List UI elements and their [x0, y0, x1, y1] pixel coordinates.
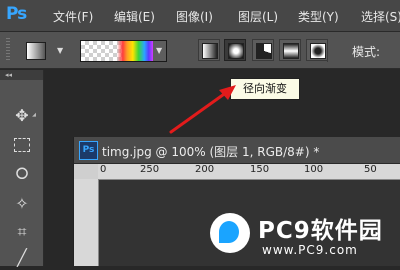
- annotation-arrow-icon: [169, 85, 236, 134]
- radial-gradient-icon: [228, 43, 244, 59]
- menu-type[interactable]: 类型(Y): [298, 8, 339, 25]
- pc9-logo-icon: [210, 213, 250, 253]
- watermark-url: www.PC9.com: [262, 243, 358, 257]
- lasso-tool-icon[interactable]: ⭘: [10, 162, 34, 186]
- radial-gradient-button[interactable]: [224, 39, 246, 61]
- options-separator: [327, 40, 328, 62]
- preset-dropdown-icon[interactable]: ▼: [57, 46, 63, 55]
- options-grip[interactable]: [6, 38, 10, 62]
- ruler-tick-label: 250: [140, 164, 160, 175]
- mode-label: 模式:: [352, 45, 381, 59]
- document-title: timg.jpg @ 100% (图层 1, RGB/8#) *: [102, 145, 320, 159]
- ruler-tick-label: 150: [250, 164, 270, 175]
- document-ps-icon: Ps: [79, 141, 98, 160]
- ruler-origin[interactable]: [74, 164, 99, 180]
- document-tab[interactable]: Ps timg.jpg @ 100% (图层 1, RGB/8#) *: [74, 137, 400, 164]
- vertical-ruler[interactable]: [74, 179, 99, 266]
- linear-gradient-button[interactable]: [198, 39, 220, 61]
- diamond-gradient-icon: [310, 43, 326, 59]
- menu-bar: Ps 文件(F) 编辑(E) 图像(I) 图层(L) 类型(Y) 选择(S): [0, 0, 400, 32]
- arrow-shaft: [169, 90, 229, 134]
- ruler-tick-label: 50: [364, 164, 377, 175]
- menu-edit[interactable]: 编辑(E): [114, 8, 155, 25]
- move-tool-icon[interactable]: ✥ ◢: [10, 104, 36, 128]
- angle-gradient-icon: [256, 43, 272, 59]
- chevron-down-icon: ▼: [156, 46, 163, 55]
- magic-wand-tool-icon[interactable]: ✧: [10, 192, 34, 216]
- arrow-head: [219, 85, 236, 100]
- ruler-tick-label: 100: [304, 164, 324, 175]
- menu-image[interactable]: 图像(I): [176, 8, 213, 25]
- angle-gradient-button[interactable]: [252, 39, 274, 61]
- diamond-gradient-button[interactable]: [306, 39, 328, 61]
- options-bar: ▼ ▼ 模式:: [0, 32, 400, 69]
- crop-tool-icon[interactable]: ⌗: [10, 220, 34, 244]
- watermark-name: PC9软件园: [258, 218, 383, 244]
- marquee-shape: [14, 137, 30, 152]
- tool-flyout-icon: ◢: [32, 112, 36, 118]
- menu-select[interactable]: 选择(S): [361, 8, 400, 25]
- ruler-tick-label: 0: [100, 164, 107, 175]
- reflected-gradient-icon: [283, 43, 299, 59]
- marquee-tool-icon[interactable]: [10, 132, 34, 156]
- photoshop-logo: Ps: [6, 4, 27, 24]
- menu-file[interactable]: 文件(F): [53, 8, 93, 25]
- tools-panel-collapse[interactable]: ◂◂: [0, 70, 43, 80]
- ruler-tick-label: 200: [195, 164, 215, 175]
- reflected-gradient-button[interactable]: [279, 39, 301, 61]
- tool-preset-icon[interactable]: [26, 42, 46, 60]
- gradient-picker-dropdown[interactable]: ▼: [153, 40, 167, 62]
- site-watermark: PC9软件园 www.PC9.com: [210, 205, 400, 266]
- tools-panel: ◂◂ ✥ ◢ ⭘ ✧ ⌗ ╱: [0, 70, 44, 267]
- menu-layer[interactable]: 图层(L): [238, 8, 278, 25]
- eyedropper-tool-icon[interactable]: ╱: [10, 246, 34, 270]
- horizontal-ruler[interactable]: 0 250 200 150 100 50: [98, 164, 400, 180]
- gradient-editor-swatch[interactable]: [80, 40, 154, 62]
- linear-gradient-icon: [202, 43, 218, 59]
